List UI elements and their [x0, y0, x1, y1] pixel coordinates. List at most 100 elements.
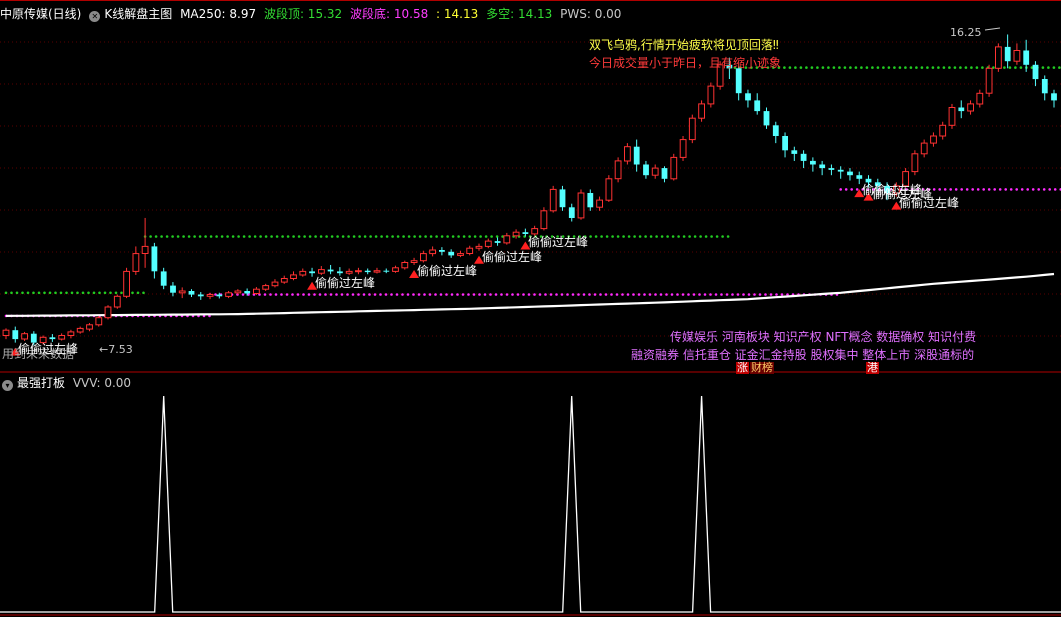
candle[interactable] — [299, 268, 307, 277]
candle[interactable] — [234, 289, 242, 295]
limit-up-tag[interactable]: 涨 — [736, 362, 749, 374]
candle[interactable] — [420, 250, 427, 263]
candle[interactable] — [67, 329, 75, 339]
candle[interactable] — [280, 275, 288, 284]
candle[interactable] — [21, 331, 29, 341]
candle[interactable] — [383, 268, 390, 274]
candle[interactable] — [170, 282, 176, 297]
candle[interactable] — [810, 157, 816, 172]
vvv-line[interactable] — [0, 395, 1061, 613]
candle[interactable] — [132, 246, 140, 275]
candle[interactable] — [1032, 61, 1039, 87]
candle[interactable] — [670, 153, 678, 181]
candle[interactable] — [847, 168, 853, 181]
candle[interactable] — [160, 267, 167, 290]
candle[interactable] — [559, 185, 566, 211]
candle[interactable] — [113, 294, 121, 309]
chart-window[interactable]: 中原传媒(日线) ✕ K线解盘主图 MA250: 8.97 波段顶: 15.32 波… — [0, 0, 1061, 617]
candle[interactable] — [392, 265, 399, 273]
candle[interactable] — [958, 100, 965, 119]
candle[interactable] — [745, 89, 751, 108]
candle[interactable] — [429, 246, 437, 257]
candle[interactable] — [76, 326, 84, 334]
candle[interactable] — [587, 189, 594, 211]
candle[interactable] — [911, 150, 919, 176]
candle[interactable] — [178, 287, 186, 299]
candle[interactable] — [345, 268, 353, 275]
candle[interactable] — [1023, 39, 1030, 72]
candle[interactable] — [930, 132, 937, 147]
candle[interactable] — [939, 121, 947, 140]
candle[interactable] — [104, 305, 112, 320]
candle[interactable] — [577, 189, 585, 220]
candle[interactable] — [679, 136, 687, 161]
candle[interactable] — [735, 66, 742, 101]
candle[interactable] — [355, 267, 362, 275]
candle[interactable] — [466, 245, 474, 256]
candle[interactable] — [448, 249, 455, 258]
concept-tags-line1[interactable]: 传媒娱乐 河南板块 知识产权 NFT概念 数据确权 知识付费 — [670, 329, 976, 345]
candle[interactable] — [318, 266, 325, 275]
candle[interactable] — [262, 283, 270, 291]
candle[interactable] — [837, 166, 844, 179]
candle[interactable] — [643, 160, 649, 179]
candle[interactable] — [1013, 43, 1021, 65]
candle[interactable] — [920, 139, 928, 158]
candle[interactable] — [967, 100, 975, 115]
sub-indicator-title[interactable]: 最强打板 — [17, 376, 65, 390]
candle[interactable] — [225, 290, 232, 299]
candle[interactable] — [1051, 89, 1057, 108]
indicator-name[interactable]: K线解盘主图 — [104, 7, 172, 21]
candle[interactable] — [494, 237, 501, 246]
candle[interactable] — [401, 260, 409, 270]
candle[interactable] — [197, 292, 204, 300]
candle[interactable] — [633, 139, 640, 172]
candle[interactable] — [151, 242, 158, 279]
candle[interactable] — [327, 264, 334, 275]
candle[interactable] — [95, 315, 103, 327]
candle[interactable] — [540, 207, 548, 231]
candle[interactable] — [948, 103, 956, 129]
candle[interactable] — [290, 271, 297, 281]
candle[interactable] — [985, 64, 993, 97]
candle[interactable] — [271, 279, 279, 288]
candle[interactable] — [596, 196, 604, 211]
candle[interactable] — [819, 160, 826, 176]
candle[interactable] — [484, 238, 492, 249]
candle[interactable] — [457, 250, 464, 258]
candle[interactable] — [707, 82, 715, 108]
candle[interactable] — [614, 157, 622, 183]
candle[interactable] — [188, 289, 195, 298]
candle[interactable] — [800, 150, 807, 169]
candle[interactable] — [1041, 75, 1048, 101]
candle[interactable] — [373, 267, 381, 274]
finance-list-tag[interactable]: 财榜 — [750, 362, 774, 374]
candle[interactable] — [58, 333, 66, 341]
candle[interactable] — [772, 121, 779, 144]
candle[interactable] — [976, 89, 984, 108]
candle[interactable] — [1004, 34, 1011, 69]
candle[interactable] — [828, 164, 835, 176]
candle[interactable] — [661, 166, 668, 183]
hk-connect-tag[interactable]: 港 — [866, 362, 879, 374]
candle[interactable] — [782, 132, 788, 158]
candle[interactable] — [364, 268, 371, 275]
candle[interactable] — [549, 185, 557, 213]
chevron-down-icon[interactable]: ▾ — [2, 380, 13, 391]
candle[interactable] — [568, 203, 575, 222]
candle[interactable] — [86, 323, 93, 332]
candle[interactable] — [439, 247, 445, 256]
main-chart[interactable] — [0, 0, 1061, 617]
candle[interactable] — [651, 164, 659, 179]
close-indicator-icon[interactable]: ✕ — [89, 11, 101, 22]
candle[interactable] — [698, 100, 706, 122]
candle[interactable] — [688, 114, 696, 144]
concept-tags-line2[interactable]: 融资融券 信托重仓 证金汇金持股 股权集中 整体上市 深股通标的 — [631, 347, 974, 363]
candle[interactable] — [2, 328, 10, 340]
stock-title[interactable]: 中原传媒(日线) — [0, 7, 81, 21]
candle[interactable] — [123, 267, 130, 299]
candle[interactable] — [141, 217, 149, 268]
candle[interactable] — [605, 175, 613, 202]
candle[interactable] — [503, 232, 511, 245]
candle[interactable] — [624, 143, 631, 165]
